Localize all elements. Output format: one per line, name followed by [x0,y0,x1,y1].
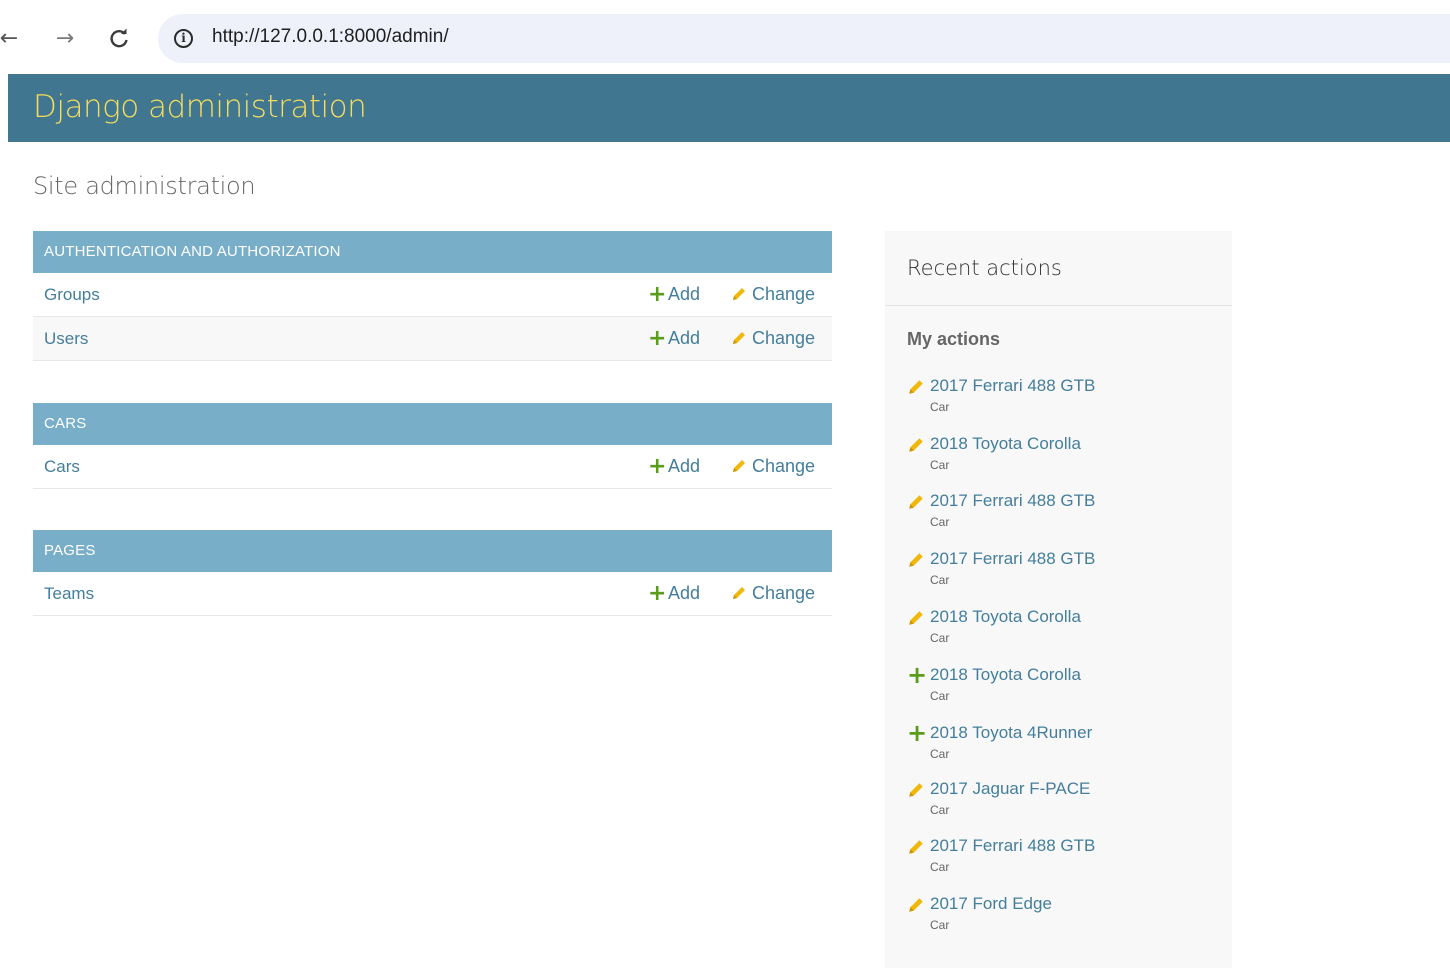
recent-action-link[interactable]: 2017 Ferrari 488 GTB [930,549,1095,569]
recent-action-item: 2018 Toyota Corolla Car [907,434,1227,484]
recent-actions-panel: Recent actions My actions 2017 Ferrari 4… [885,231,1232,968]
add-label: Add [668,328,701,348]
recent-action-type: Car [930,400,950,414]
change-label: Change [752,456,816,476]
recent-action-type: Car [930,689,950,703]
recent-action-link[interactable]: 2017 Ferrari 488 GTB [930,376,1095,396]
page-title: Site administration [33,172,256,200]
pencil-icon [733,587,745,599]
pencil-icon [733,460,745,472]
model-link-users[interactable]: Users [44,329,88,349]
recent-action-item: +2018 Toyota Corolla Car [907,661,1227,715]
add-label: Add [668,284,701,304]
recent-action-type: Car [930,918,950,932]
recent-action-type: Car [930,747,950,761]
module-caption[interactable]: PAGES [33,530,832,572]
divider [885,305,1232,306]
recent-action-item: 2017 Ferrari 488 GTB Car [907,491,1227,541]
pencil-icon [909,495,923,509]
model-row-cars: Cars +Add Change [33,445,832,489]
pencil-icon [909,840,923,854]
recent-action-link[interactable]: 2018 Toyota 4Runner [930,723,1092,743]
pencil-icon [909,438,923,452]
recent-action-link[interactable]: 2018 Toyota Corolla [930,665,1081,685]
plus-icon: + [648,282,667,307]
app-module-cars: CARS Cars +Add Change [33,403,832,489]
recent-action-type: Car [930,631,950,645]
recent-action-type: Car [930,573,950,587]
recent-action-type: Car [930,860,950,874]
pencil-icon [733,332,745,344]
recent-actions-title: Recent actions [907,256,1062,280]
recent-action-link[interactable]: 2017 Ferrari 488 GTB [930,836,1095,856]
model-row-groups: Groups +Add Change [33,273,832,317]
change-label: Change [752,284,816,304]
app-module-auth: AUTHENTICATION AND AUTHORIZATION Groups … [33,231,832,361]
recent-action-item: 2017 Ferrari 488 GTB Car [907,376,1227,426]
pencil-icon [909,380,923,394]
recent-action-type: Car [930,803,950,817]
arrow-left-icon[interactable]: ← [0,24,24,54]
recent-action-item: 2018 Toyota Corolla Car [907,607,1227,657]
add-cars-link[interactable]: +Add [648,454,701,479]
recent-action-link[interactable]: 2018 Toyota Corolla [930,434,1081,454]
recent-action-item: 2017 Ferrari 488 GTB Car [907,549,1227,599]
browser-toolbar: ← → i http://127.0.0.1:8000/admin/ [0,0,1450,74]
module-caption[interactable]: AUTHENTICATION AND AUTHORIZATION [33,231,832,273]
add-users-link[interactable]: +Add [648,326,701,351]
plus-icon: + [648,454,667,479]
pencil-icon [909,553,923,567]
site-branding-link[interactable]: Django administration [33,89,367,125]
change-cars-link[interactable]: Change [731,456,815,477]
site-header: Django administration [8,74,1450,142]
reload-icon[interactable] [104,24,134,54]
recent-action-item: +2018 Toyota 4Runner Car [907,719,1227,773]
pencil-icon [909,611,923,625]
plus-icon: + [648,581,667,606]
plus-icon: + [907,719,928,747]
change-groups-link[interactable]: Change [731,284,815,305]
model-row-teams: Teams +Add Change [33,572,832,616]
recent-action-type: Car [930,458,950,472]
model-link-groups[interactable]: Groups [44,285,100,305]
change-teams-link[interactable]: Change [731,583,815,604]
recent-action-item: 2017 Ford Edge Car [907,894,1227,944]
recent-action-link[interactable]: 2017 Jaguar F-PACE [930,779,1090,799]
plus-icon: + [907,661,928,689]
app-module-pages: PAGES Teams +Add Change [33,530,832,616]
add-teams-link[interactable]: +Add [648,581,701,606]
recent-action-link[interactable]: 2018 Toyota Corolla [930,607,1081,627]
my-actions-heading: My actions [907,329,1001,349]
address-bar[interactable]: i http://127.0.0.1:8000/admin/ [158,14,1450,63]
plus-icon: + [648,326,667,351]
arrow-right-icon[interactable]: → [50,24,80,54]
url-text[interactable]: http://127.0.0.1:8000/admin/ [212,26,449,48]
add-label: Add [668,456,701,476]
pencil-icon [909,898,923,912]
pencil-icon [909,783,923,797]
recent-action-item: 2017 Ferrari 488 GTB Car [907,836,1227,886]
change-label: Change [752,583,816,603]
model-link-cars[interactable]: Cars [44,457,80,477]
change-users-link[interactable]: Change [731,328,815,349]
add-groups-link[interactable]: +Add [648,282,701,307]
info-icon[interactable]: i [174,29,193,48]
model-link-teams[interactable]: Teams [44,584,94,604]
recent-action-type: Car [930,515,950,529]
add-label: Add [668,583,701,603]
model-row-users: Users +Add Change [33,317,832,361]
module-caption[interactable]: CARS [33,403,832,445]
recent-action-item: 2017 Jaguar F-PACE Car [907,779,1227,829]
recent-action-link[interactable]: 2017 Ford Edge [930,894,1052,914]
recent-action-link[interactable]: 2017 Ferrari 488 GTB [930,491,1095,511]
pencil-icon [733,288,745,300]
change-label: Change [752,328,816,348]
